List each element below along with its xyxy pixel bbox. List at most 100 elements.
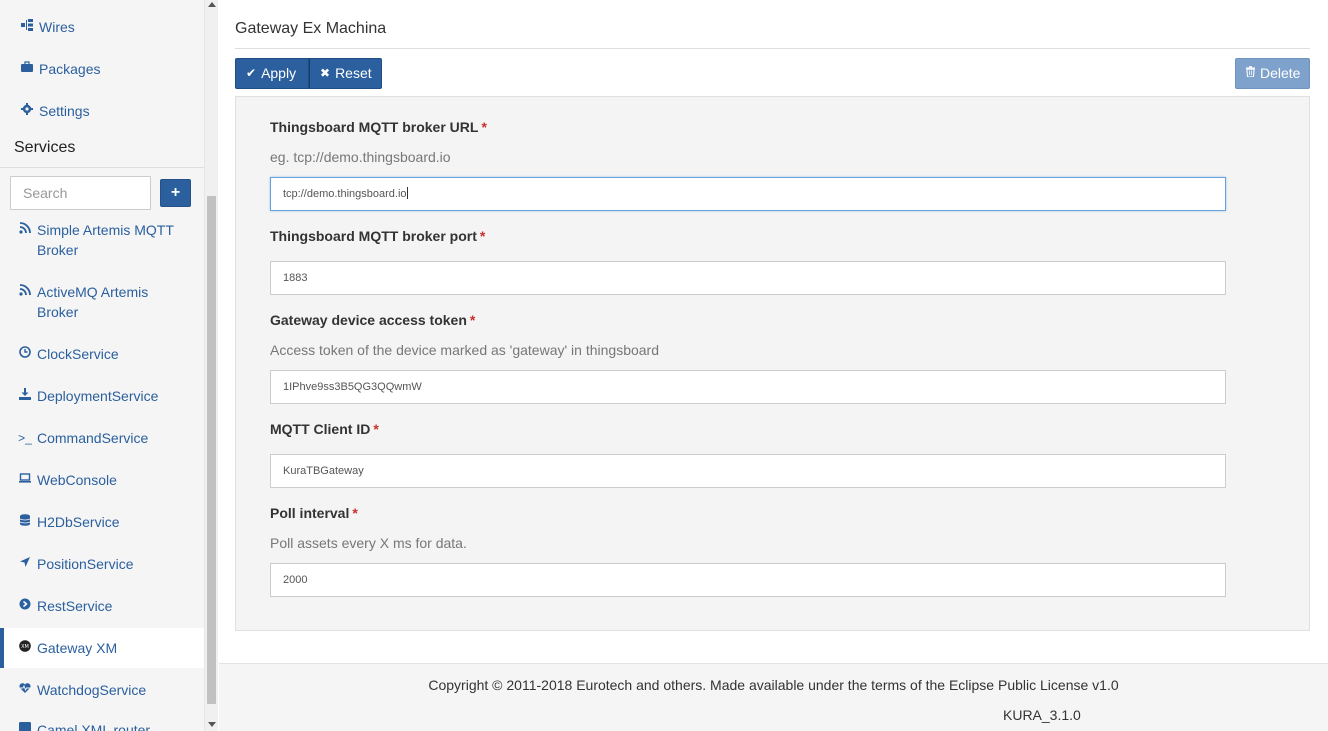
service-item-activemq-artemis-broker[interactable]: ActiveMQ Artemis Broker (0, 282, 204, 322)
input-value: 1883 (283, 272, 308, 284)
sitemap-icon (20, 17, 34, 37)
scroll-thumb[interactable] (207, 196, 216, 704)
field-help-broker-url: eg. tcp://demo.thingsboard.io (270, 149, 451, 165)
briefcase-icon (20, 59, 34, 79)
service-item-label: PositionService (37, 556, 134, 572)
add-service-button[interactable]: + (160, 179, 191, 207)
reset-label: Reset (335, 65, 372, 81)
service-item-webconsole[interactable]: WebConsole (0, 470, 204, 490)
terminal-icon: >_ (18, 431, 32, 445)
service-item-gateway-xm[interactable]: XM Gateway XM (0, 628, 204, 668)
sidebar-scrollbar[interactable] (204, 0, 218, 731)
service-item-positionservice[interactable]: PositionService (0, 554, 204, 574)
label-text: Thingsboard MQTT broker URL (270, 119, 479, 135)
service-item-label: RestService (37, 598, 113, 614)
location-arrow-icon (18, 554, 32, 574)
input-value: tcp://demo.thingsboard.io (283, 188, 407, 200)
input-value: 1IPhve9ss3B5QG3QQwmW (283, 381, 422, 393)
delete-button[interactable]: Delete (1235, 58, 1310, 89)
input-value: 2000 (283, 574, 308, 586)
page-title: Gateway Ex Machina (235, 20, 387, 37)
label-text: Poll interval (270, 505, 350, 521)
broker-port-input[interactable]: 1883 (270, 261, 1226, 295)
laptop-icon (18, 470, 32, 490)
config-form: Thingsboard MQTT broker URL * eg. tcp://d… (235, 96, 1310, 631)
required-marker: * (469, 312, 476, 328)
gateway-xm-icon: XM (18, 638, 32, 658)
service-item-restservice[interactable]: RestService (0, 596, 204, 616)
service-item-clockservice[interactable]: ClockService (0, 344, 204, 364)
service-item-label: Simple Artemis MQTT Broker (37, 222, 174, 258)
divider (0, 167, 204, 168)
trash-icon (1246, 59, 1255, 88)
service-item-label: H2DbService (37, 514, 120, 530)
sidebar: Wires Packages Settings Services + Simpl… (0, 0, 204, 731)
poll-interval-input[interactable]: 2000 (270, 563, 1226, 597)
nav-item-label: Settings (39, 103, 90, 119)
camel-icon (18, 720, 32, 731)
required-marker: * (481, 119, 487, 135)
field-help-poll-interval: Poll assets every X ms for data. (270, 535, 467, 551)
close-icon: ✖ (320, 66, 331, 80)
service-item-label: ActiveMQ Artemis Broker (37, 284, 149, 320)
delete-label: Delete (1260, 65, 1301, 81)
divider (235, 48, 1310, 49)
required-marker: * (352, 505, 358, 521)
required-marker: * (373, 421, 379, 437)
service-item-label: WatchdogService (37, 682, 147, 698)
service-item-simple-artemis-mqtt-broker[interactable]: Simple Artemis MQTT Broker (0, 220, 204, 260)
required-marker: * (479, 228, 486, 244)
rss-icon (18, 282, 32, 302)
service-item-label: WebConsole (37, 472, 117, 488)
service-item-deploymentservice[interactable]: DeploymentService (0, 386, 204, 406)
nav-item-wires[interactable]: Wires (0, 17, 204, 37)
database-icon (18, 512, 32, 532)
nav-item-settings[interactable]: Settings (0, 101, 204, 121)
arrow-circle-icon (18, 596, 32, 616)
nav-item-label: Wires (39, 19, 75, 35)
apply-label: Apply (261, 65, 297, 81)
service-item-label: ClockService (37, 346, 119, 362)
field-label-poll-interval: Poll interval * (270, 505, 358, 521)
label-text: MQTT Client ID (270, 421, 371, 437)
service-item-watchdogservice[interactable]: WatchdogService (0, 680, 204, 700)
heartbeat-icon (18, 680, 32, 700)
nav-item-packages[interactable]: Packages (0, 59, 204, 79)
access-token-input[interactable]: 1IPhve9ss3B5QG3QQwmW (270, 370, 1226, 404)
services-heading: Services (14, 139, 76, 156)
search-input[interactable] (10, 176, 151, 210)
input-value: KuraTBGateway (283, 465, 364, 477)
service-item-h2dbservice[interactable]: H2DbService (0, 512, 204, 532)
client-id-input[interactable]: KuraTBGateway (270, 454, 1226, 488)
broker-url-input[interactable]: tcp://demo.thingsboard.io (270, 177, 1226, 211)
service-item-label: CommandService (37, 430, 149, 446)
rss-icon (18, 220, 32, 240)
svg-text:XM: XM (21, 644, 29, 650)
text-cursor (406, 187, 408, 199)
nav-item-label: Packages (39, 61, 101, 77)
field-label-access-token: Gateway device access token * (270, 312, 475, 328)
footer: Copyright © 2011-2018 Eurotech and other… (219, 663, 1328, 731)
clock-icon (18, 344, 32, 364)
field-label-broker-port: Thingsboard MQTT broker port * (270, 228, 485, 244)
gear-icon (20, 101, 34, 121)
service-item-label: Camel XML router (37, 722, 151, 731)
service-item-label: DeploymentService (37, 388, 159, 404)
service-item-camel-xml-router[interactable]: Camel XML router (0, 720, 204, 731)
field-label-client-id: MQTT Client ID * (270, 421, 379, 437)
label-text: Gateway device access token (270, 312, 467, 328)
main-content: Gateway Ex Machina ✔ Apply ✖ Reset Delet… (219, 0, 1328, 731)
check-icon: ✔ (246, 66, 257, 80)
reset-button[interactable]: ✖ Reset (309, 58, 382, 89)
service-item-commandservice[interactable]: >_ CommandService (0, 428, 204, 448)
field-label-broker-url: Thingsboard MQTT broker URL * (270, 119, 487, 135)
service-item-label: Gateway XM (37, 640, 118, 656)
copyright-text: Copyright © 2011-2018 Eurotech and other… (428, 677, 1119, 693)
field-help-access-token: Access token of the device marked as 'ga… (270, 342, 660, 358)
apply-button[interactable]: ✔ Apply (235, 58, 309, 89)
version-text: KURA_3.1.0 (1003, 707, 1081, 723)
scroll-up-arrow-icon[interactable] (208, 2, 216, 7)
scroll-down-arrow-icon[interactable] (208, 722, 216, 727)
label-text: Thingsboard MQTT broker port (270, 228, 477, 244)
download-icon (18, 386, 32, 406)
